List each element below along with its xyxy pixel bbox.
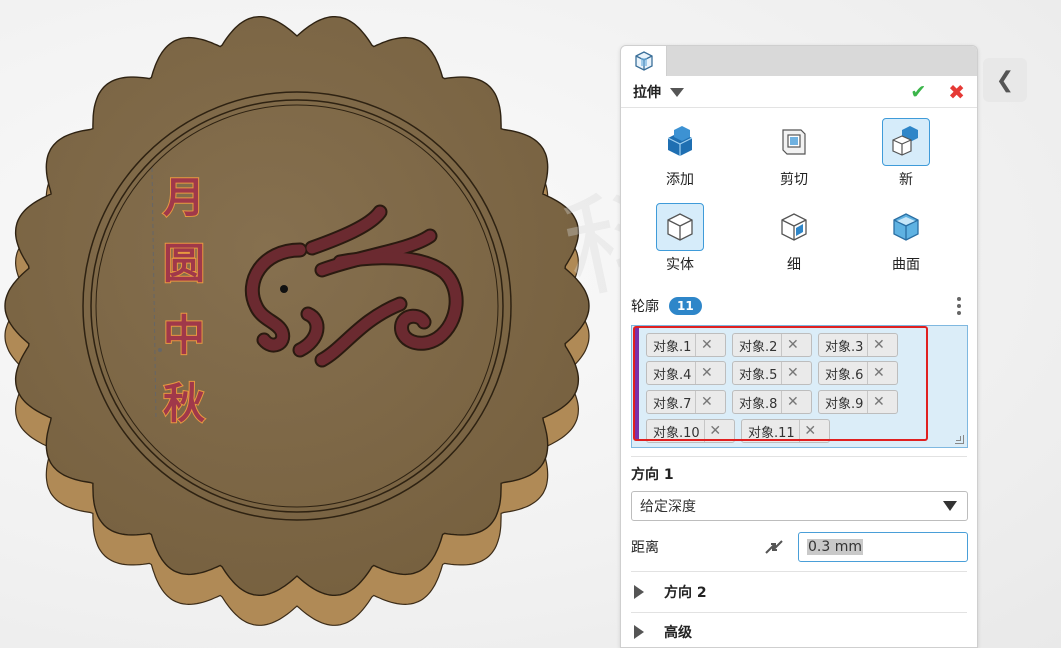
collapse-panel-button[interactable]: ❮ [983,58,1027,102]
chevron-left-icon: ❮ [995,67,1015,93]
advanced-title: 高级 [664,625,692,641]
direction2-section[interactable]: 方向 2 [631,577,967,607]
op-cut-label: 剪切 [780,172,808,188]
op-new-label: 新 [899,172,913,188]
ok-button[interactable]: ✔ [910,81,926,103]
resize-grip-icon[interactable] [955,435,964,444]
text-char-3: 中 [163,311,205,360]
op-solid-label: 实体 [666,257,694,273]
op-thin-label: 细 [787,257,801,273]
end-condition-select[interactable]: 给定深度 [631,491,968,521]
expand-triangle-icon [634,625,644,639]
profile-chip[interactable]: 对象.6 ✕ [818,361,898,385]
profile-chip[interactable]: 对象.3 ✕ [818,333,898,357]
remove-chip-icon[interactable]: ✕ [781,334,803,356]
profile-count-badge: 11 [669,297,702,315]
remove-chip-icon[interactable]: ✕ [695,334,717,356]
op-thin[interactable]: 细 [757,203,831,274]
direction2-title: 方向 2 [664,585,707,601]
divider [631,456,967,457]
remove-chip-icon[interactable]: ✕ [867,334,889,356]
divider [631,571,967,572]
panel-title: 拉伸 [633,84,661,101]
remove-chip-icon[interactable]: ✕ [781,391,803,413]
rabbit-eye [280,285,288,293]
feature-tab[interactable] [621,46,667,76]
flip-direction-icon[interactable] [762,535,786,559]
chevron-down-icon [943,501,957,511]
thin-wall-icon [781,213,807,241]
more-options-icon[interactable] [957,297,961,315]
op-solid[interactable]: 实体 [643,203,717,274]
distance-input[interactable]: 0.3 mm [798,532,968,562]
profile-chip[interactable]: 对象.1 ✕ [646,333,726,357]
remove-chip-icon[interactable]: ✕ [867,391,889,413]
remove-chip-icon[interactable]: ✕ [867,362,889,384]
text-char-4: 秋 [163,379,205,428]
distance-value: 0.3 mm [807,539,863,555]
profile-label: 轮廓 [631,299,659,315]
profile-chip[interactable]: 对象.4 ✕ [646,361,726,385]
advanced-section[interactable]: 高级 [631,617,967,647]
profile-selection-box[interactable]: 对象.1 ✕ 对象.2 ✕ 对象.3 ✕ 对象.4 ✕ 对象.5 ✕ 对象.6 ✕ 对象.7… [631,325,968,448]
solid-cube-icon [667,213,693,241]
text-char-2: 圆 [163,239,205,288]
title-dropdown-caret-icon[interactable] [670,88,684,97]
op-surface[interactable]: 曲面 [869,203,943,274]
extrude-property-panel: 拉伸 ✔ ✖ 添加 剪切 新 实体 细 曲面 轮廓 11 对象.1 ✕ 对象.2… [620,45,978,648]
panel-header: 拉伸 ✔ ✖ [621,76,977,108]
direction1-title: 方向 1 [631,467,674,483]
distance-row: 距离 0.3 mm [631,532,968,562]
profile-chip[interactable]: 对象.5 ✕ [732,361,812,385]
surface-icon [893,213,919,241]
cancel-button[interactable]: ✖ [948,80,965,104]
remove-chip-icon[interactable]: ✕ [695,362,717,384]
end-condition-value: 给定深度 [640,499,696,515]
add-boss-icon [667,126,693,156]
operation-grid: 添加 剪切 新 实体 细 曲面 [621,108,977,278]
extrude-feature-icon [634,51,653,71]
op-new[interactable]: 新 [869,118,943,189]
op-add[interactable]: 添加 [643,118,717,189]
selection-indicator-bar [634,328,639,439]
distance-label: 距离 [631,540,659,556]
profile-chip[interactable]: 对象.8 ✕ [732,390,812,414]
profile-chip[interactable]: 对象.11 ✕ [741,419,830,443]
divider [631,612,967,613]
op-cut[interactable]: 剪切 [757,118,831,189]
panel-tabbar [621,46,977,76]
expand-triangle-icon [634,585,644,599]
remove-chip-icon[interactable]: ✕ [695,391,717,413]
remove-chip-icon[interactable]: ✕ [703,420,726,442]
profile-chip[interactable]: 对象.9 ✕ [818,390,898,414]
profile-chip[interactable]: 对象.10 ✕ [646,419,735,443]
profile-row: 轮廓 11 [631,296,967,316]
new-body-icon [892,126,918,156]
op-surface-label: 曲面 [892,257,920,273]
remove-chip-icon[interactable]: ✕ [781,362,803,384]
op-add-label: 添加 [666,172,694,188]
remove-chip-icon[interactable]: ✕ [798,420,821,442]
text-char-1: 月 [163,173,205,222]
profile-chip[interactable]: 对象.7 ✕ [646,390,726,414]
profile-chip[interactable]: 对象.2 ✕ [732,333,812,357]
cut-icon [782,129,806,155]
